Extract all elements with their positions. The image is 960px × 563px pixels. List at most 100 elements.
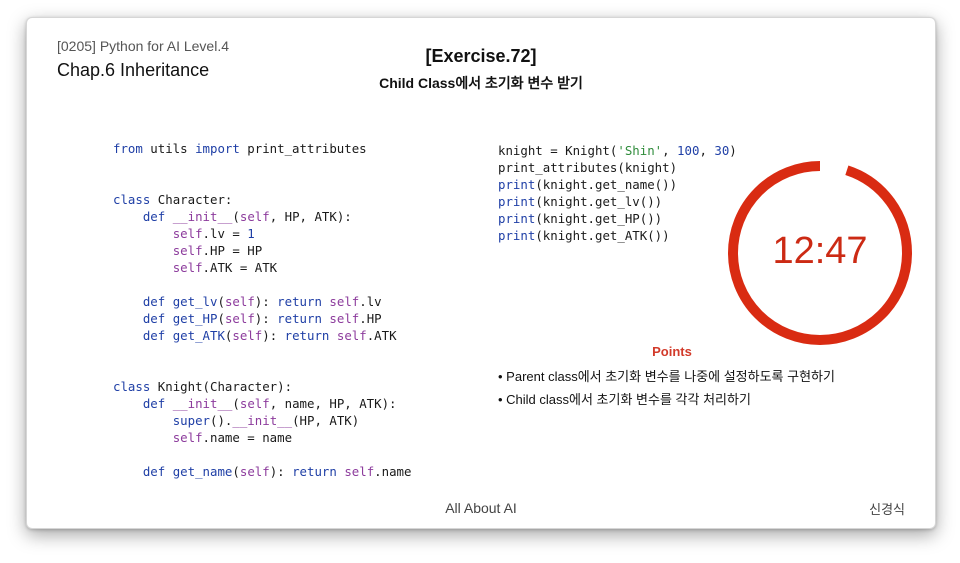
code-token: , — [699, 143, 715, 158]
code-token: class — [113, 379, 151, 394]
code-line: self.lv = 1 — [113, 225, 411, 242]
code-token: __init__ — [232, 413, 293, 428]
code-token: self — [172, 430, 203, 445]
code-token: get_ATK — [172, 328, 225, 343]
code-token: def — [142, 311, 166, 326]
slide: [0205] Python for AI Level.4 Chap.6 Inhe… — [26, 17, 936, 529]
code-token: Character: — [150, 192, 233, 207]
code-token: .name — [374, 464, 412, 479]
code-line: print_attributes(knight) — [498, 159, 737, 176]
code-token: get_HP — [172, 311, 218, 326]
code-token: self — [239, 464, 270, 479]
code-token: self — [172, 226, 203, 241]
code-block-classes: from utils import print_attributes class… — [113, 140, 411, 480]
code-token: print — [498, 177, 536, 192]
code-line: print(knight.get_ATK()) — [498, 227, 737, 244]
code-token: (). — [210, 413, 233, 428]
code-token: , — [662, 143, 678, 158]
code-line: print(knight.get_HP()) — [498, 210, 737, 227]
code-token: return — [277, 294, 322, 309]
code-token: self — [232, 328, 263, 343]
code-token: import — [195, 141, 240, 156]
code-token: ): — [254, 311, 278, 326]
code-line: super().__init__(HP, ATK) — [113, 412, 411, 429]
code-token: (knight.get_name()) — [535, 177, 678, 192]
code-token: get_name — [172, 464, 233, 479]
exercise-subtitle: Child Class에서 초기화 변수 받기 — [379, 75, 583, 91]
point-item: • Child class에서 초기화 변수를 각각 처리하기 — [498, 392, 751, 407]
code-line: from utils import print_attributes — [113, 140, 411, 157]
code-line: def get_HP(self): return self.HP — [113, 310, 411, 327]
point-item: • Parent class에서 초기화 변수를 나중에 설정하도록 구현하기 — [498, 369, 835, 384]
code-token: ): — [254, 294, 278, 309]
code-token: ): — [262, 328, 285, 343]
code-line: class Character: — [113, 191, 411, 208]
code-token: class — [113, 192, 151, 207]
code-token: self — [172, 260, 203, 275]
code-line: knight = Knight('Shin', 100, 30) — [498, 142, 737, 159]
code-token: def — [142, 294, 166, 309]
code-token: self — [344, 464, 375, 479]
timer-text: 12:47 — [772, 230, 868, 272]
code-line: def get_name(self): return self.name — [113, 463, 412, 480]
code-line: def __init__(self, name, HP, ATK): — [113, 395, 411, 412]
code-token: .HP = HP — [202, 243, 263, 258]
code-line: def __init__(self, HP, ATK): — [113, 208, 411, 225]
code-token: self — [329, 311, 360, 326]
code-token: ): — [269, 464, 293, 479]
code-token: , HP, ATK): — [269, 209, 352, 224]
code-token: utils — [142, 141, 196, 156]
code-token: get_lv — [172, 294, 218, 309]
code-token: (knight.get_HP()) — [535, 211, 663, 226]
chapter-title: Chap.6 Inheritance — [57, 60, 210, 80]
code-token: (knight.get_lv()) — [535, 194, 663, 209]
code-token: def — [142, 464, 166, 479]
code-token: 100 — [677, 143, 700, 158]
points-heading: Points — [652, 344, 692, 359]
code-token: ( — [232, 396, 240, 411]
code-token: .ATK — [366, 328, 397, 343]
code-token: ( — [217, 294, 225, 309]
code-token: ) — [729, 143, 737, 158]
code-token: (HP, ATK) — [292, 413, 360, 428]
code-line: self.name = name — [113, 429, 411, 446]
footer-author: 신경식 — [869, 502, 905, 517]
code-token: self — [239, 396, 270, 411]
code-token: return — [277, 311, 322, 326]
code-token: ( — [232, 209, 240, 224]
code-token: 1 — [247, 226, 255, 241]
code-token: def — [142, 209, 166, 224]
course-label: [0205] Python for AI Level.4 — [57, 38, 230, 54]
code-token: return — [292, 464, 337, 479]
code-token: from — [113, 141, 143, 156]
exercise-title: [Exercise.72] — [425, 46, 537, 66]
code-token: print_attributes(knight) — [498, 160, 678, 175]
code-token: __init__ — [172, 209, 233, 224]
code-token: .lv — [359, 294, 382, 309]
code-token: self — [224, 311, 255, 326]
code-line: self.ATK = ATK — [113, 259, 411, 276]
code-token: , name, HP, ATK): — [269, 396, 397, 411]
code-token: ( — [232, 464, 240, 479]
code-token: .name = name — [202, 430, 293, 445]
code-line: class Knight(Character): — [113, 378, 411, 395]
code-token: ( — [217, 311, 225, 326]
code-line: def get_ATK(self): return self.ATK — [113, 327, 411, 344]
